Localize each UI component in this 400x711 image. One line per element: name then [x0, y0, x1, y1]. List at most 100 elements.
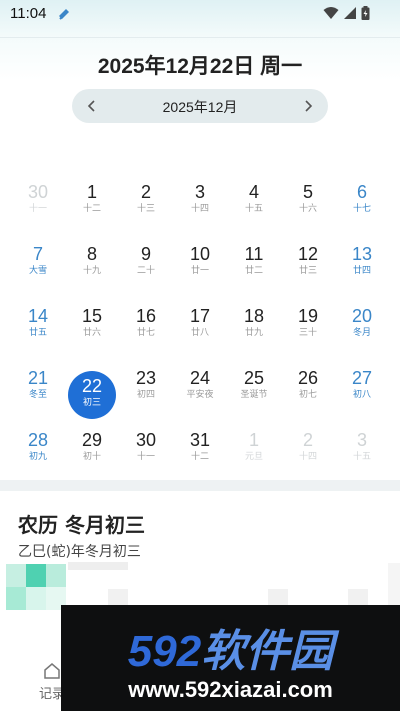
day-cell[interactable]: 14 廿五 — [11, 301, 65, 363]
watermark-url: www.592xiazai.com — [128, 677, 333, 702]
day-number: 29 — [81, 430, 103, 450]
day-number: 30 — [27, 182, 49, 202]
day-cell[interactable]: 27 初八 — [335, 363, 389, 425]
day-cell[interactable]: 18 廿九 — [227, 301, 281, 363]
day-number: 1 — [248, 430, 259, 450]
watermark-logo-text: 软件园 — [201, 627, 334, 676]
day-cell-selected[interactable]: 22 初三 — [65, 363, 119, 425]
day-number: 21 — [27, 368, 49, 388]
day-number: 18 — [243, 306, 265, 326]
day-cell[interactable]: 8 十九 — [65, 239, 119, 301]
lunar-day-label: 廿八 — [190, 328, 209, 338]
lunar-day-label: 二十 — [136, 266, 155, 276]
day-number: 26 — [297, 368, 319, 388]
lunar-day-label: 十二 — [82, 204, 101, 214]
day-number: 2 — [302, 430, 313, 450]
lunar-day-label: 十二 — [190, 452, 209, 462]
day-number: 2 — [140, 182, 151, 202]
lunar-day-label: 元旦 — [244, 452, 263, 462]
day-cell[interactable]: 1 十二 — [65, 177, 119, 239]
side-panel-edge — [388, 563, 400, 605]
ganzhi-year-text: 乙巳(蛇)年冬月初三 — [18, 544, 141, 560]
lunar-day-label: 廿九 — [244, 328, 263, 338]
lunar-day-label: 十三 — [136, 204, 155, 214]
day-cell[interactable]: 19 三十 — [281, 301, 335, 363]
day-cell[interactable]: 28 初九 — [11, 425, 65, 487]
day-cell[interactable]: 1 元旦 — [227, 425, 281, 487]
day-cell[interactable]: 2 十三 — [119, 177, 173, 239]
day-number: 19 — [297, 306, 319, 326]
day-cell[interactable]: 4 十五 — [227, 177, 281, 239]
lunar-day-label: 初十 — [82, 452, 101, 462]
header-divider — [0, 37, 400, 38]
day-cell[interactable]: 16 廿七 — [119, 301, 173, 363]
status-time: 11:04 — [10, 5, 47, 22]
day-number: 25 — [243, 368, 265, 388]
day-cell[interactable]: 5 十六 — [281, 177, 335, 239]
chevron-right-icon[interactable] — [300, 98, 316, 114]
lunar-day-label: 十五 — [352, 452, 371, 462]
day-number: 17 — [189, 306, 211, 326]
day-number: 8 — [86, 244, 97, 264]
day-number: 15 — [81, 306, 103, 326]
day-cell[interactable]: 25 圣诞节 — [227, 363, 281, 425]
day-cell[interactable]: 11 廿二 — [227, 239, 281, 301]
status-bar: 11:04 — [0, 0, 400, 28]
day-cell[interactable]: 23 初四 — [119, 363, 173, 425]
lunar-day-label: 平安夜 — [186, 390, 214, 400]
day-cell[interactable]: 3 十四 — [173, 177, 227, 239]
selected-date-title: 2025年12月22日 周一 — [97, 55, 303, 78]
day-number: 10 — [189, 244, 211, 264]
day-cell[interactable]: 30 十一 — [119, 425, 173, 487]
day-cell[interactable]: 29 初十 — [65, 425, 119, 487]
day-cell[interactable]: 30 十一 — [11, 177, 65, 239]
day-cell[interactable]: 6 十七 — [335, 177, 389, 239]
day-cell[interactable]: 17 廿八 — [173, 301, 227, 363]
lunar-day-label: 冬月 — [352, 328, 371, 338]
day-cell[interactable]: 12 廿三 — [281, 239, 335, 301]
day-number: 22 — [81, 376, 103, 396]
day-cell[interactable]: 21 冬至 — [11, 363, 65, 425]
lunar-day-label: 十四 — [190, 204, 209, 214]
lunar-day-label: 圣诞节 — [240, 390, 268, 400]
day-cell[interactable]: 3 十五 — [335, 425, 389, 487]
day-number: 4 — [248, 182, 259, 202]
lunar-day-label: 廿四 — [352, 266, 371, 276]
home-icon — [44, 663, 60, 679]
day-cell[interactable]: 10 廿一 — [173, 239, 227, 301]
lunar-day-label: 十五 — [244, 204, 263, 214]
day-number: 28 — [27, 430, 49, 450]
app-notification-icon — [59, 9, 69, 20]
day-number: 23 — [135, 368, 157, 388]
day-cell[interactable]: 9 二十 — [119, 239, 173, 301]
day-cell[interactable]: 26 初七 — [281, 363, 335, 425]
day-number: 20 — [351, 306, 373, 326]
day-cell[interactable]: 24 平安夜 — [173, 363, 227, 425]
lunar-day-label: 初八 — [352, 390, 371, 400]
lunar-day-label: 三十 — [298, 328, 317, 338]
day-cell[interactable]: 7 大雪 — [11, 239, 65, 301]
lunar-day-label: 廿六 — [82, 328, 101, 338]
day-number: 7 — [32, 244, 43, 264]
day-number: 3 — [356, 430, 367, 450]
day-number: 12 — [297, 244, 319, 264]
lunar-date-title: 农历 冬月初三 — [18, 513, 145, 537]
lunar-day-label: 初九 — [28, 452, 47, 462]
day-number: 1 — [86, 182, 97, 202]
lunar-day-label: 廿二 — [244, 266, 263, 276]
lunar-day-label: 廿五 — [28, 328, 47, 338]
lunar-day-label: 廿七 — [136, 328, 155, 338]
day-number: 5 — [302, 182, 313, 202]
lunar-day-label: 十一 — [28, 204, 47, 214]
day-cell[interactable]: 2 十四 — [281, 425, 335, 487]
day-number: 31 — [189, 430, 211, 450]
day-cell[interactable]: 20 冬月 — [335, 301, 389, 363]
lunar-day-label: 廿三 — [298, 266, 317, 276]
day-cell[interactable]: 15 廿六 — [65, 301, 119, 363]
month-label[interactable]: 2025年12月 — [72, 97, 328, 117]
day-number: 24 — [189, 368, 211, 388]
blurred-thumbnail — [6, 564, 68, 610]
day-cell[interactable]: 13 廿四 — [335, 239, 389, 301]
day-cell[interactable]: 31 十二 — [173, 425, 227, 487]
day-number: 13 — [351, 244, 373, 264]
